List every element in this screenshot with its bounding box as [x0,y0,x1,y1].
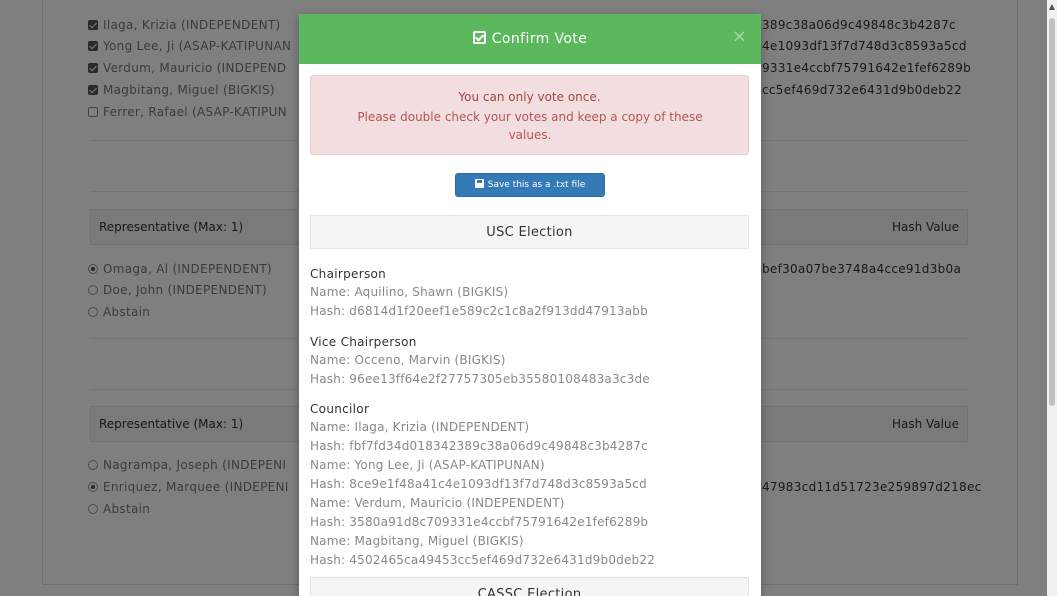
vote-name: Name: Verdum, Mauricio (INDEPENDENT) [310,496,565,510]
vote-name: Name: Aquilino, Shawn (BIGKIS) [310,285,509,299]
warning-alert: You can only vote once. Please double ch… [310,75,749,155]
vote-hash: Hash: 96ee13ff64e2f27757305eb35580108483… [310,372,650,386]
vote-hash: Hash: d6814d1f20eef1e589c2c1c8a2f913dd47… [310,304,648,318]
check-square-icon [472,31,486,44]
vote-hash: Hash: 3580a91d8c709331e4ccbf75791642e1fe… [310,515,649,529]
modal-title: Confirm Vote [299,14,761,64]
floppy-disk-icon [474,179,484,188]
election-header-usc: USC Election [310,215,749,249]
vote-name: Name: Occeno, Marvin (BIGKIS) [310,353,506,367]
vote-name: Name: Magbitang, Miguel (BIGKIS) [310,534,524,548]
scroll-thumb[interactable] [1049,18,1055,406]
vote-hash: Hash: 4502465ca49453cc5ef469d732e6431d9b… [310,553,656,567]
save-txt-button[interactable]: Save this as a .txt file [455,173,605,197]
scroll-up-arrow-icon[interactable]: ▲ [1047,0,1057,14]
vote-hash: Hash: fbf7fd34d018342389c38a06d9c49848c3… [310,439,648,453]
alert-heading: You can only vote once. [458,90,601,104]
alert-message: Please double check your votes and keep … [357,110,703,142]
page-scrollbar[interactable]: ▲ [1047,0,1057,596]
vote-hash: Hash: 8ce9e1f48a41c4e1093df13f7d748d3c85… [310,477,647,491]
position-title: Councilor [310,402,370,416]
vote-name: Name: Ilaga, Krizia (INDEPENDENT) [310,420,530,434]
position-title: Chairperson [310,267,387,281]
confirm-vote-modal: Confirm Vote × You can only vote once. P… [299,14,761,596]
close-icon[interactable]: × [732,28,747,46]
vote-name: Name: Yong Lee, Ji (ASAP-KATIPUNAN) [310,458,545,472]
election-header-cassc: CASSC Election [310,577,749,596]
position-title: Vice Chairperson [310,335,417,349]
modal-header: Confirm Vote × [299,14,761,64]
